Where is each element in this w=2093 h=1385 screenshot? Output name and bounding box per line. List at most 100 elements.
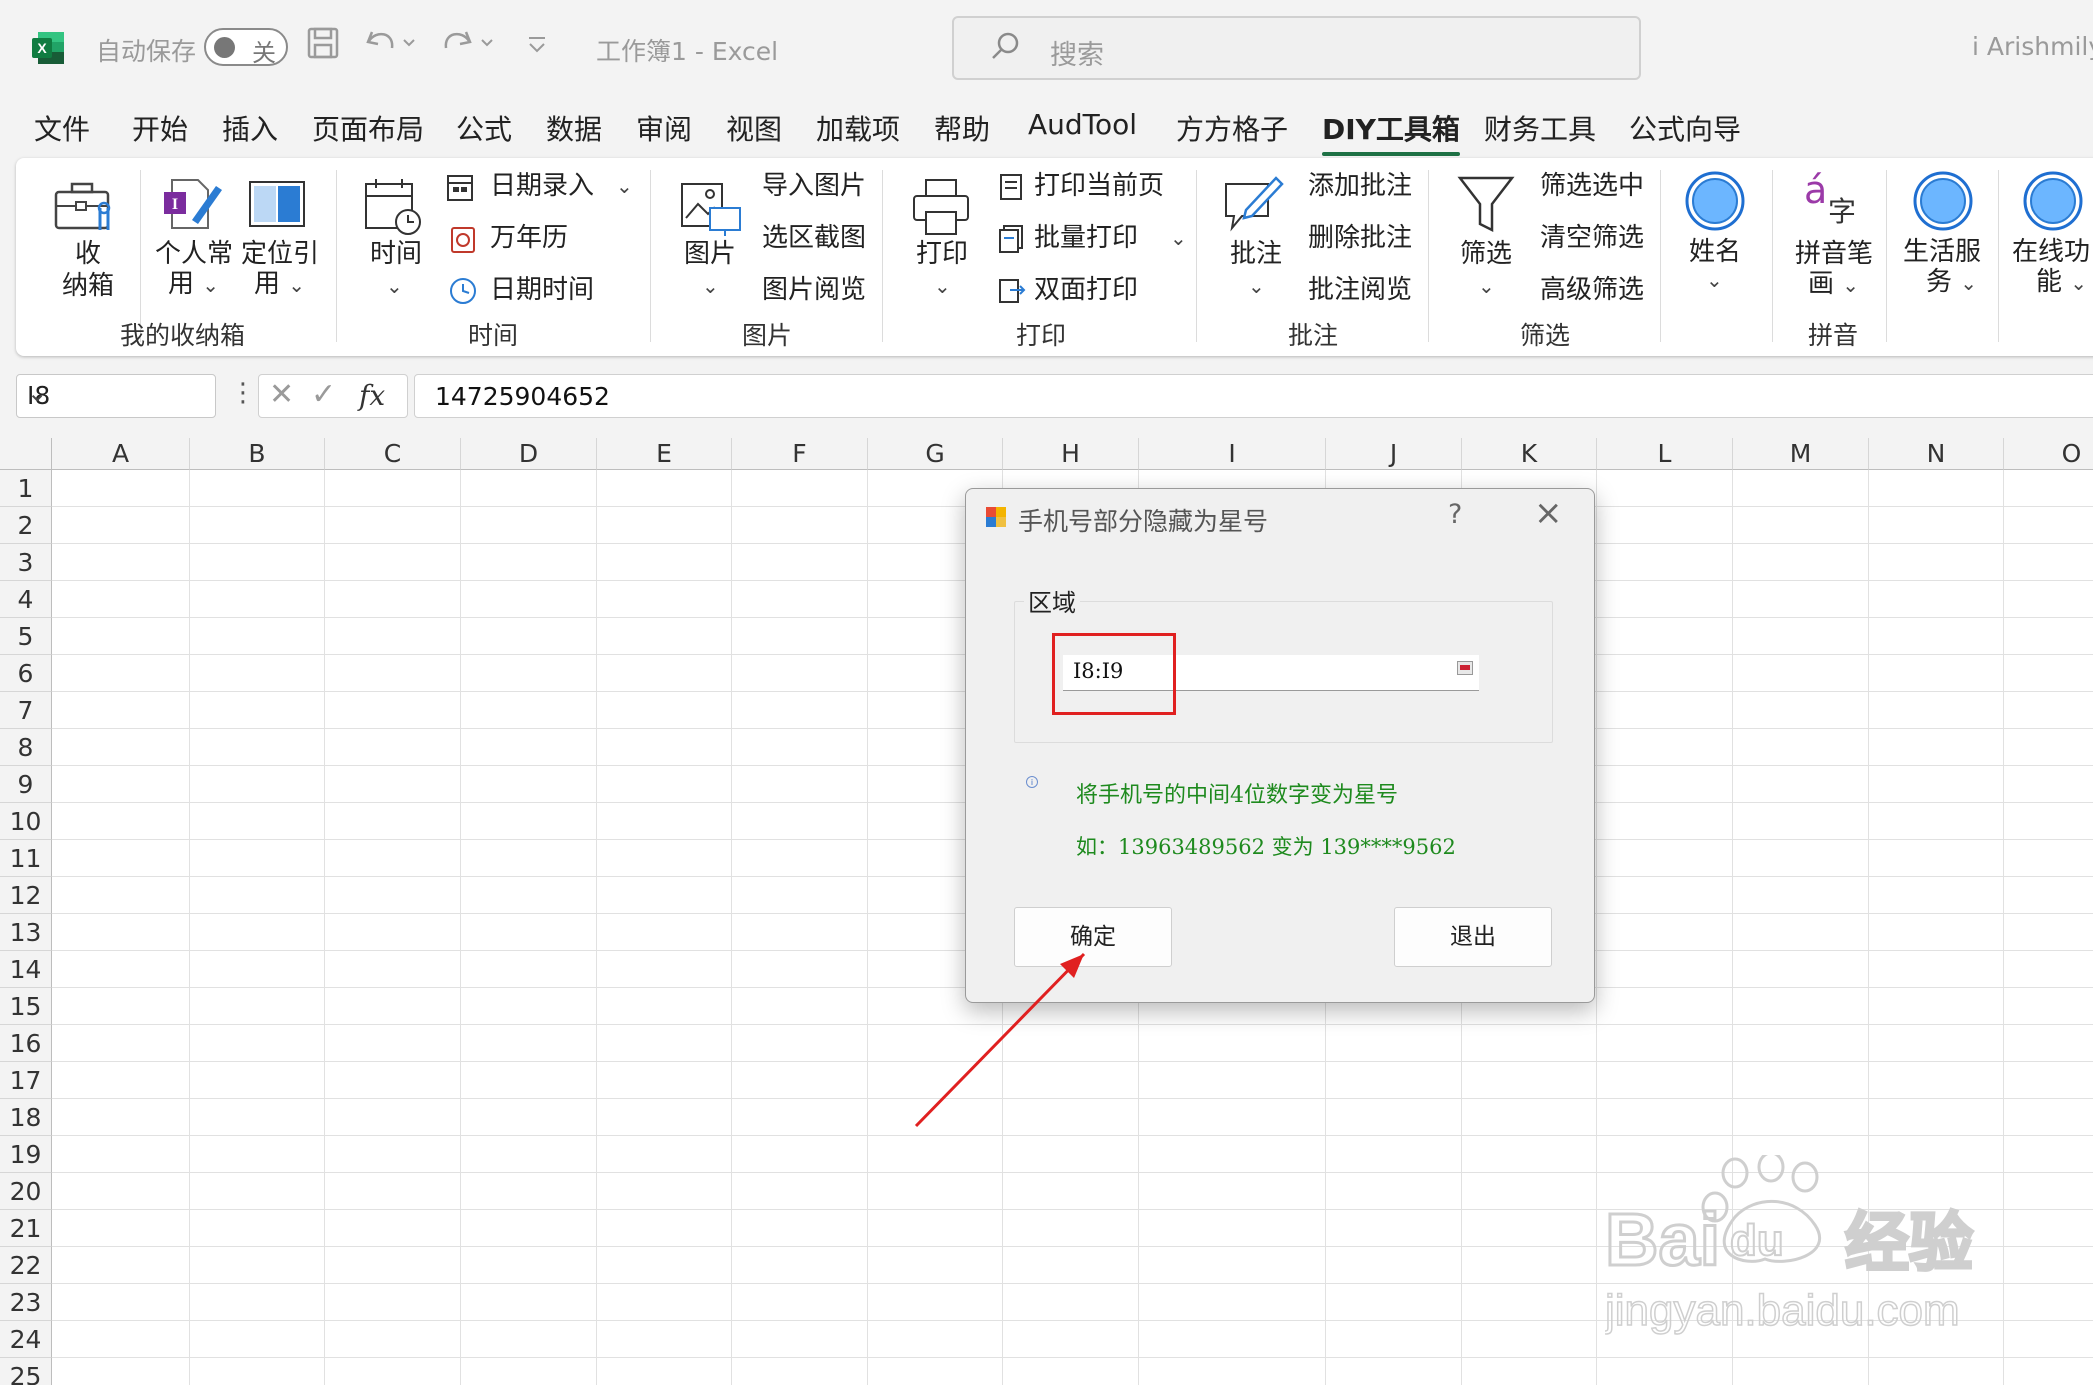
row-header[interactable]: 12 — [0, 877, 52, 914]
range-picker-icon[interactable] — [1457, 661, 1473, 675]
online-function-label-1[interactable]: 在线功 — [2012, 236, 2090, 268]
column-header[interactable]: I — [1139, 438, 1326, 470]
batch-print-button[interactable]: 批量打印 — [1034, 222, 1138, 254]
row-header[interactable]: 16 — [0, 1025, 52, 1062]
locate-reference-button[interactable]: 用 ⌄ — [254, 268, 305, 301]
insert-function-icon[interactable]: fx — [359, 379, 385, 412]
more-options-icon[interactable]: ⋮ — [230, 378, 256, 408]
perpetual-calendar-button[interactable]: 万年历 — [490, 222, 568, 254]
tab-8[interactable]: 加载项 — [816, 108, 900, 148]
autosave-toggle[interactable]: 关 — [204, 28, 288, 67]
clear-filter-button[interactable]: 清空筛选 — [1540, 222, 1644, 254]
formula-input[interactable]: 14725904652 — [414, 374, 2093, 418]
tab-2[interactable]: 插入 — [222, 108, 278, 148]
chevron-down-icon[interactable]: ⌄ — [1706, 264, 1723, 296]
row-header[interactable]: 1 — [0, 470, 52, 507]
search-box[interactable]: 搜索 — [952, 16, 1641, 80]
redo-icon[interactable] — [442, 26, 496, 69]
advanced-filter-button[interactable]: 高级筛选 — [1540, 274, 1644, 306]
row-header[interactable]: 2 — [0, 507, 52, 544]
chevron-down-icon[interactable]: ⌄ — [1248, 270, 1265, 302]
pinyin-stroke-button[interactable]: 画 ⌄ — [1808, 268, 1859, 301]
comment-button-label[interactable]: 批注 — [1226, 238, 1286, 270]
row-header[interactable]: 13 — [0, 914, 52, 951]
selection-capture-button[interactable]: 选区截图 — [762, 222, 866, 254]
tab-12[interactable]: DIY工具箱 — [1322, 108, 1460, 156]
row-header[interactable]: 4 — [0, 581, 52, 618]
picture-browse-button[interactable]: 图片阅览 — [762, 274, 866, 306]
row-header[interactable]: 21 — [0, 1210, 52, 1247]
row-header[interactable]: 3 — [0, 544, 52, 581]
tab-6[interactable]: 审阅 — [636, 108, 692, 148]
confirm-icon[interactable]: ✓ — [311, 377, 336, 412]
personal-favorites-label-1[interactable]: 个人常 — [152, 238, 236, 270]
column-header[interactable]: A — [52, 438, 190, 470]
row-header[interactable]: 20 — [0, 1173, 52, 1210]
column-header[interactable]: K — [1462, 438, 1597, 470]
filter-selected-button[interactable]: 筛选选中 — [1540, 170, 1644, 202]
tab-4[interactable]: 公式 — [456, 108, 512, 148]
tab-10[interactable]: AudTool — [1028, 108, 1137, 141]
tab-0[interactable]: 文件 — [34, 108, 90, 148]
pinyin-stroke-label-1[interactable]: 拼音笔 — [1792, 238, 1876, 270]
chevron-down-icon[interactable]: ⌄ — [1170, 222, 1187, 254]
column-header[interactable]: J — [1326, 438, 1462, 470]
chevron-down-icon[interactable]: ⌄ — [934, 270, 951, 302]
storage-button-nabox[interactable]: 纳箱 — [56, 270, 120, 302]
tab-14[interactable]: 公式向导 — [1629, 108, 1741, 148]
column-header[interactable]: G — [868, 438, 1003, 470]
picture-button-label[interactable]: 图片 — [680, 238, 740, 270]
tab-9[interactable]: 帮助 — [934, 108, 990, 148]
row-header[interactable]: 5 — [0, 618, 52, 655]
add-comment-button[interactable]: 添加批注 — [1308, 170, 1412, 202]
chevron-down-icon[interactable]: ⌄ — [27, 379, 205, 407]
storage-button-shou[interactable]: 收 — [68, 238, 108, 270]
life-service-label-1[interactable]: 生活服 — [1900, 236, 1984, 268]
column-header[interactable]: M — [1733, 438, 1869, 470]
tab-1[interactable]: 开始 — [132, 108, 188, 148]
date-entry-button[interactable]: 日期录入 — [490, 170, 594, 202]
tab-7[interactable]: 视图 — [726, 108, 782, 148]
name-box[interactable]: I8 ⌄ — [16, 374, 216, 418]
row-header[interactable]: 23 — [0, 1284, 52, 1321]
undo-icon[interactable] — [364, 26, 418, 69]
help-icon[interactable]: ? — [1448, 499, 1462, 530]
browse-comment-button[interactable]: 批注阅览 — [1308, 274, 1412, 306]
row-header[interactable]: 25 — [0, 1358, 52, 1385]
row-header[interactable]: 9 — [0, 766, 52, 803]
life-service-button[interactable]: 务 ⌄ — [1926, 266, 1977, 299]
column-header[interactable]: E — [597, 438, 732, 470]
tab-13[interactable]: 财务工具 — [1484, 108, 1596, 148]
row-header[interactable]: 18 — [0, 1099, 52, 1136]
row-header[interactable]: 8 — [0, 729, 52, 766]
import-picture-button[interactable]: 导入图片 — [762, 170, 866, 202]
row-header[interactable]: 11 — [0, 840, 52, 877]
duplex-print-button[interactable]: 双面打印 — [1034, 274, 1138, 306]
tab-3[interactable]: 页面布局 — [312, 108, 424, 148]
print-button-label[interactable]: 打印 — [912, 238, 972, 270]
column-header[interactable]: B — [190, 438, 325, 470]
row-header[interactable]: 10 — [0, 803, 52, 840]
select-all-corner[interactable] — [0, 438, 52, 470]
column-header[interactable]: D — [461, 438, 597, 470]
close-icon[interactable]: × — [1534, 493, 1563, 533]
locate-reference-label-1[interactable]: 定位引 — [238, 238, 322, 270]
print-current-page-button[interactable]: 打印当前页 — [1034, 170, 1164, 202]
row-header[interactable]: 15 — [0, 988, 52, 1025]
row-header[interactable]: 24 — [0, 1321, 52, 1358]
row-header[interactable]: 19 — [0, 1136, 52, 1173]
column-header[interactable]: N — [1869, 438, 2004, 470]
row-header[interactable]: 14 — [0, 951, 52, 988]
row-header[interactable]: 7 — [0, 692, 52, 729]
column-header[interactable]: O — [2004, 438, 2093, 470]
delete-comment-button[interactable]: 删除批注 — [1308, 222, 1412, 254]
exit-button[interactable]: 退出 — [1394, 907, 1552, 967]
column-header[interactable]: C — [325, 438, 461, 470]
chevron-down-icon[interactable]: ⌄ — [702, 270, 719, 302]
customize-quick-access-icon[interactable] — [524, 26, 550, 69]
chevron-down-icon[interactable]: ⌄ — [386, 270, 403, 302]
filter-button-label[interactable]: 筛选 — [1456, 238, 1516, 270]
tab-11[interactable]: 方方格子 — [1176, 108, 1288, 148]
time-button-label[interactable]: 时间 — [366, 238, 426, 270]
chevron-down-icon[interactable]: ⌄ — [1478, 270, 1495, 302]
